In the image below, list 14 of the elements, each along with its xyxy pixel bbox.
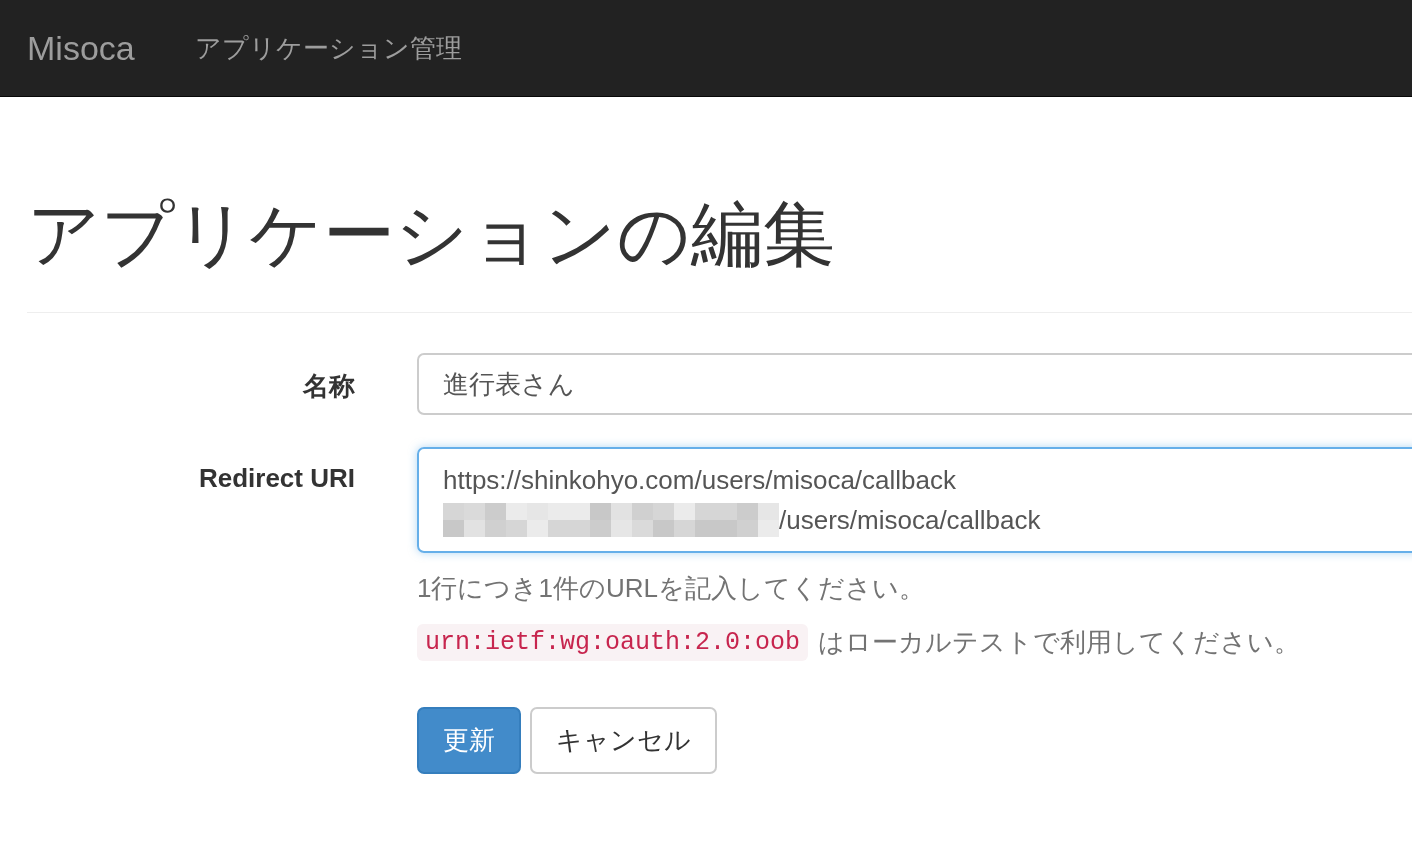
update-button[interactable]: 更新 [417, 707, 521, 775]
nav-link[interactable]: アプリケーション管理 [194, 30, 462, 66]
code-snippet: urn:ietf:wg:oauth:2.0:oob [417, 624, 809, 662]
uri-line: https://shinkohyo.com/users/misoca/callback [443, 464, 956, 496]
help-text: はローカルテストで利用してください。 [818, 626, 1301, 660]
uri-line: /users/misoca/callback [779, 504, 1041, 536]
redirect-uri-textarea[interactable]: https://shinkohyo.com/users/misoca/callback /users/misoca/callback [417, 447, 1412, 554]
field-label: Redirect URI [197, 462, 355, 496]
help-text: 1行につき1件のURLを記入してください。 [417, 572, 925, 606]
cancel-button[interactable]: キャンセル [530, 707, 717, 775]
page-heading: アプリケーションの編集 [27, 195, 836, 275]
brand-link[interactable]: Misoca [27, 28, 135, 68]
field-label: 名称 [301, 370, 355, 404]
name-input-field[interactable]: 進行表さん [417, 353, 1412, 416]
